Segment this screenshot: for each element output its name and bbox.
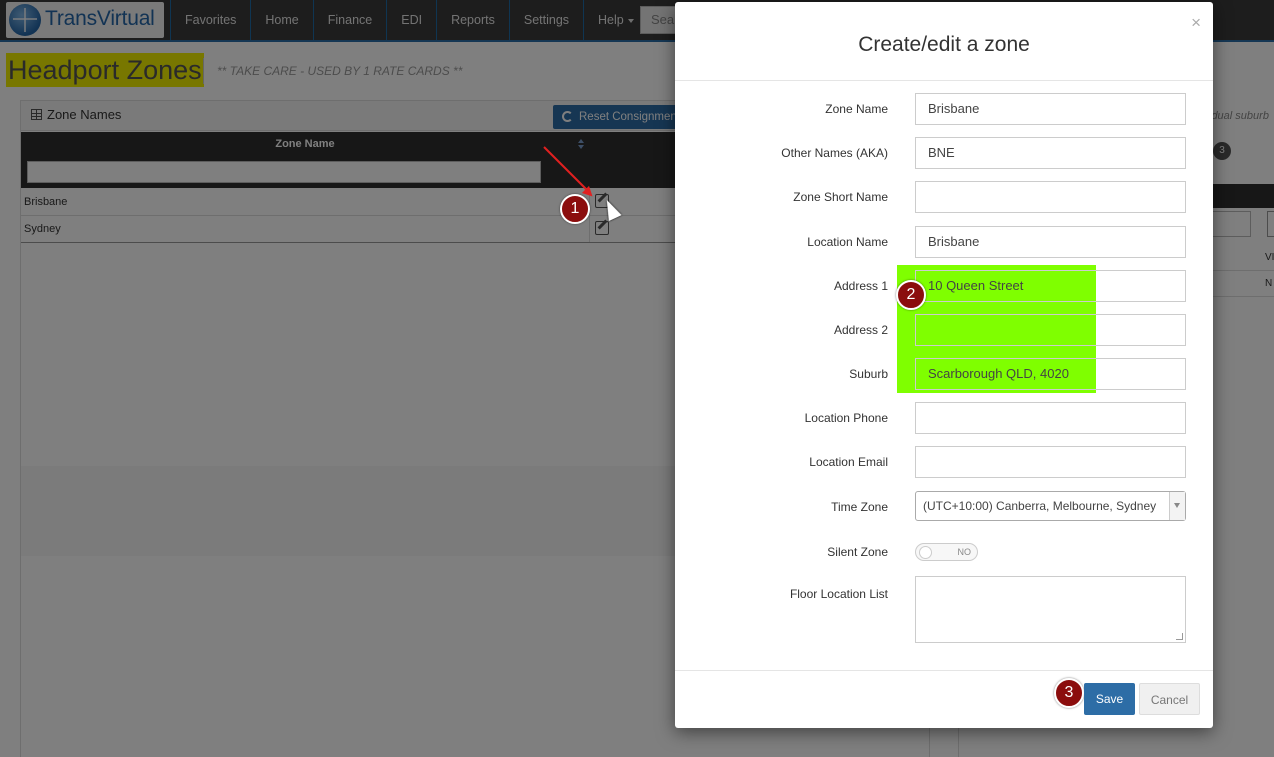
toggle-knob bbox=[919, 546, 932, 559]
time-zone-row: Time Zone (UTC+10:00) Canberra, Melbourn… bbox=[675, 491, 1213, 523]
silent-zone-label: Silent Zone bbox=[827, 545, 888, 559]
time-zone-label: Time Zone bbox=[831, 500, 888, 514]
floor-location-textarea[interactable] bbox=[915, 576, 1186, 643]
address2-row: Address 2 bbox=[675, 314, 1213, 346]
suburb-label: Suburb bbox=[849, 367, 888, 381]
zone-name-row: Zone Name Brisbane bbox=[675, 93, 1213, 125]
location-email-input[interactable] bbox=[915, 446, 1186, 478]
modal-footer-divider bbox=[675, 670, 1213, 671]
silent-zone-toggle[interactable]: NO bbox=[915, 543, 978, 561]
floor-location-label: Floor Location List bbox=[789, 587, 888, 601]
edit-zone-modal: Create/edit a zone × Zone Name Brisbane … bbox=[675, 2, 1213, 728]
cancel-button[interactable]: Cancel bbox=[1139, 683, 1200, 715]
step-1-marker: 1 bbox=[560, 194, 590, 224]
zone-short-name-input[interactable] bbox=[915, 181, 1186, 213]
step-2-marker: 2 bbox=[896, 280, 926, 310]
zone-name-label: Zone Name bbox=[825, 102, 888, 116]
location-phone-label: Location Phone bbox=[804, 411, 888, 425]
address2-label: Address 2 bbox=[833, 323, 888, 337]
modal-title: Create/edit a zone bbox=[858, 33, 1030, 56]
location-phone-row: Location Phone bbox=[675, 402, 1213, 434]
location-name-label: Location Name bbox=[807, 235, 888, 249]
zone-name-input[interactable]: Brisbane bbox=[915, 93, 1186, 125]
time-zone-select[interactable]: (UTC+10:00) Canberra, Melbourne, Sydney bbox=[915, 491, 1186, 521]
save-button[interactable]: Save bbox=[1084, 683, 1135, 715]
location-name-row: Location Name Brisbane bbox=[675, 226, 1213, 258]
other-names-label: Other Names (AKA) bbox=[781, 146, 888, 160]
address1-row: Address 1 10 Queen Street bbox=[675, 270, 1213, 302]
address2-input[interactable] bbox=[915, 314, 1186, 346]
location-email-row: Location Email bbox=[675, 446, 1213, 478]
resize-handle-icon[interactable] bbox=[1176, 633, 1183, 640]
address1-label: Address 1 bbox=[833, 279, 888, 293]
toggle-state-text: NO bbox=[957, 547, 972, 557]
step-3-marker: 3 bbox=[1054, 678, 1084, 708]
suburb-input[interactable]: Scarborough QLD, 4020 bbox=[915, 358, 1186, 390]
location-phone-input[interactable] bbox=[915, 402, 1186, 434]
close-icon[interactable]: × bbox=[1191, 13, 1201, 33]
location-name-input[interactable]: Brisbane bbox=[915, 226, 1186, 258]
silent-zone-row: Silent Zone NO bbox=[675, 542, 1213, 574]
other-names-row: Other Names (AKA) BNE bbox=[675, 137, 1213, 169]
zone-short-name-row: Zone Short Name bbox=[675, 181, 1213, 213]
suburb-row: Suburb Scarborough QLD, 4020 bbox=[675, 358, 1213, 390]
chevron-down-icon[interactable] bbox=[1169, 492, 1185, 520]
floor-location-row: Floor Location List bbox=[675, 576, 1213, 643]
location-email-label: Location Email bbox=[809, 455, 888, 469]
other-names-input[interactable]: BNE bbox=[915, 137, 1186, 169]
zone-short-name-label: Zone Short Name bbox=[793, 190, 888, 204]
modal-header: Create/edit a zone × bbox=[675, 2, 1213, 81]
address1-input[interactable]: 10 Queen Street bbox=[915, 270, 1186, 302]
time-zone-value: (UTC+10:00) Canberra, Melbourne, Sydney bbox=[923, 499, 1157, 513]
